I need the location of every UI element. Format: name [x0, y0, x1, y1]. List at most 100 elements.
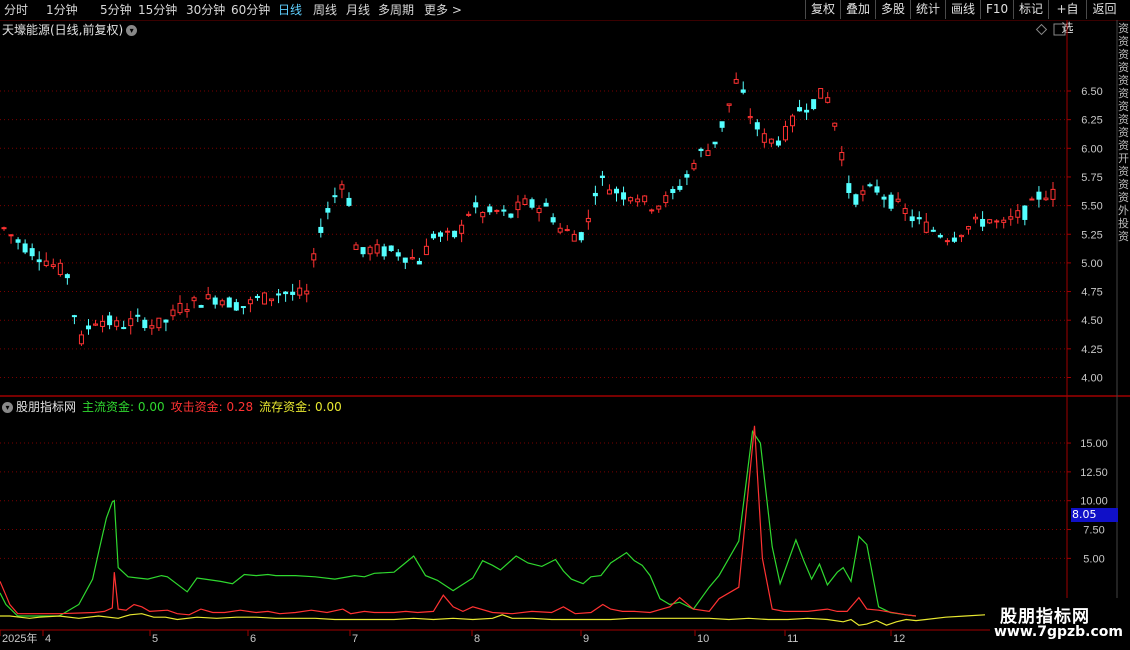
- x-tick-label: 7: [352, 633, 358, 645]
- candle-body: [219, 300, 225, 306]
- candle-body: [571, 233, 577, 242]
- candle-body: [325, 208, 331, 213]
- candle-body: [501, 209, 507, 212]
- candle-body: [1036, 191, 1042, 200]
- candle-body: [480, 211, 486, 218]
- candle-body: [649, 209, 655, 212]
- candle-body: [726, 103, 732, 106]
- candle-body: [536, 207, 542, 214]
- candle-body: [606, 189, 612, 195]
- candle-body: [628, 197, 634, 202]
- series-line-0: [0, 429, 917, 617]
- candle-body: [944, 240, 950, 243]
- candle-body: [142, 319, 148, 329]
- candle-body: [177, 302, 183, 314]
- x-tick-label: 9: [583, 633, 589, 645]
- candle-body: [508, 213, 514, 218]
- candle-body: [987, 219, 993, 224]
- candle-body: [121, 327, 127, 330]
- candle-body: [656, 205, 662, 210]
- candle-body: [895, 198, 901, 202]
- candle-body: [818, 88, 824, 99]
- main-y-tick-label: 5.00: [1081, 258, 1102, 270]
- stock-title: 天壕能源(日线,前复权) ▾: [2, 21, 138, 38]
- candle-body: [184, 309, 190, 312]
- candle-body: [149, 325, 155, 329]
- indicator-y-tick-label: 10.00: [1080, 496, 1108, 508]
- candle-body: [36, 259, 42, 263]
- candle-body: [825, 97, 831, 103]
- candle-body: [107, 315, 113, 326]
- candle-body: [958, 234, 964, 238]
- candle-body: [775, 140, 781, 146]
- candle-body: [332, 195, 338, 198]
- candle-body: [698, 148, 704, 152]
- candle-body: [860, 190, 866, 195]
- candle-body: [205, 294, 211, 300]
- candle-body: [233, 302, 239, 311]
- chart-canvas: 4.00 4.25 4.50 4.75 5.00 5.25 5.50 5.75 6.00 6.25…: [0, 20, 1130, 645]
- candle-body: [423, 245, 429, 256]
- candle-body: [114, 320, 120, 327]
- candle-body: [811, 99, 817, 110]
- candle-body: [290, 291, 296, 295]
- candle-body: [367, 246, 373, 255]
- candle-body: [261, 292, 267, 305]
- candle-body: [522, 198, 528, 206]
- candle-body: [85, 325, 91, 330]
- main-y-tick-label: 6.00: [1081, 143, 1102, 155]
- candle-body: [29, 248, 35, 257]
- candle-body: [374, 244, 380, 254]
- candle-body: [409, 256, 415, 260]
- candle-body: [247, 299, 253, 305]
- x-tick-label: 12: [893, 633, 905, 645]
- candle-body: [487, 206, 493, 213]
- candle-body: [733, 78, 739, 84]
- current-value-badge: 8.05: [1071, 508, 1118, 522]
- candle-body: [100, 320, 106, 327]
- candle-body: [8, 234, 14, 237]
- series-line-2: [0, 613, 986, 626]
- candle-body: [128, 318, 134, 327]
- candle-body: [416, 260, 422, 265]
- candle-body: [78, 334, 84, 345]
- candle-body: [966, 226, 972, 230]
- candle-body: [740, 89, 746, 93]
- main-y-tick-label: 4.75: [1081, 287, 1102, 299]
- candle-body: [156, 317, 162, 329]
- candle-body: [71, 315, 77, 318]
- candle-body: [923, 221, 929, 233]
- candle-body: [754, 122, 760, 130]
- candle-body: [719, 121, 725, 128]
- candle-body: [1022, 205, 1028, 220]
- candle-body: [761, 133, 767, 143]
- candle-body: [684, 174, 690, 178]
- indicator-y-tick-label: 12.50: [1080, 467, 1108, 479]
- candle-body: [782, 125, 788, 141]
- chevron-down-icon[interactable]: ▾: [2, 402, 13, 413]
- candle-body: [888, 194, 894, 209]
- candle-body: [283, 291, 289, 295]
- candle-body: [346, 197, 352, 206]
- chevron-down-icon[interactable]: ▾: [126, 25, 138, 36]
- candle-body: [304, 290, 310, 295]
- main-y-tick-label: 4.50: [1081, 315, 1102, 327]
- right-side-text: 资资资资资资资资资资开资资资外投资: [1118, 22, 1129, 243]
- candle-body: [515, 201, 521, 211]
- x-tick-label: 5: [152, 633, 158, 645]
- candle-body: [50, 264, 56, 268]
- indicator-name: 股朋指标网: [16, 400, 77, 414]
- legend-main-fund: 主流资金: 0.00: [82, 400, 165, 414]
- candle-body: [797, 107, 803, 112]
- candle-body: [677, 185, 683, 190]
- candle-body: [64, 274, 70, 279]
- panel-toggle-icon: [1053, 23, 1066, 36]
- main-y-tick-label: 4.00: [1081, 373, 1102, 385]
- indicator-y-tick-label: 5.00: [1083, 553, 1104, 565]
- main-y-tick-label: 6.50: [1081, 86, 1102, 98]
- candle-body: [402, 257, 408, 263]
- candle-body: [1050, 188, 1056, 200]
- candle-body: [311, 253, 317, 261]
- candle-body: [466, 213, 472, 216]
- candle-body: [599, 175, 605, 178]
